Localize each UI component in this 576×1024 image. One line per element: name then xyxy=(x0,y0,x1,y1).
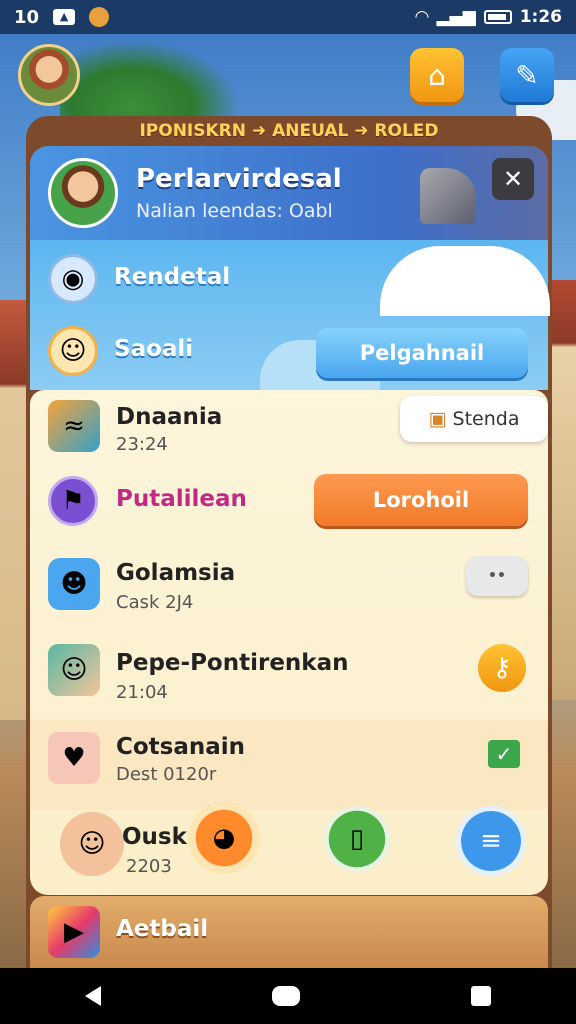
bird-app-icon[interactable]: ☻ xyxy=(48,558,100,610)
fish-mascot-icon[interactable]: ◕ xyxy=(188,802,260,874)
panel-title: IPONISKRN ➜ ANEUAL ➜ ROLED xyxy=(139,121,439,141)
row-label-saoali: Saoali xyxy=(114,336,194,362)
player-avatar[interactable] xyxy=(18,44,80,106)
row-label-rendetal: Rendetal xyxy=(114,264,231,290)
back-icon[interactable] xyxy=(85,986,102,1006)
row-label-cotsanain: Cotsanain xyxy=(116,734,246,760)
saoali-action-button[interactable]: Pelgahnail xyxy=(316,328,528,378)
profile-name: Perlarvirdesal xyxy=(136,164,342,194)
smiley-icon[interactable]: ☺ xyxy=(48,326,98,376)
menu-icon[interactable]: ≡ xyxy=(456,806,526,876)
row-label-putalilean: Putalilean xyxy=(116,486,247,512)
camera-icon[interactable]: ◉ xyxy=(48,254,98,304)
selected-row-background xyxy=(30,720,548,810)
home-nav-icon[interactable] xyxy=(271,986,300,1006)
stenda-button[interactable]: ▣ Stenda xyxy=(400,396,548,442)
status-bar: 10 ▲ ◠ ▂▄▆ 1:26 xyxy=(0,0,576,34)
bottom-item-bar xyxy=(30,896,548,968)
profile-avatar[interactable] xyxy=(48,158,118,228)
battery-icon xyxy=(483,10,512,24)
status-left-text: 10 xyxy=(14,6,40,28)
row-time-pepe: 21:04 xyxy=(116,682,168,703)
key-icon[interactable]: ⚷ xyxy=(478,644,526,692)
home-button[interactable]: ⌂ xyxy=(410,48,464,102)
play-store-icon[interactable]: ▶ xyxy=(48,906,100,958)
rock-decoration xyxy=(420,168,476,224)
recent-apps-icon[interactable] xyxy=(470,986,491,1006)
row-label-dnaania: Dnaania xyxy=(116,404,223,430)
more-options-button[interactable]: •• xyxy=(466,556,528,596)
system-nav-bar xyxy=(0,968,576,1024)
app-notification-icon xyxy=(89,7,110,27)
status-time: 1:26 xyxy=(519,7,562,27)
row-label-ousk: Ousk xyxy=(122,824,187,850)
person-app-icon[interactable]: ☺ xyxy=(48,644,100,696)
profile-subtitle: Nalian leendas: Oabl xyxy=(136,200,333,222)
home-icon: ⌂ xyxy=(428,58,446,92)
beach-app-icon[interactable]: ≈ xyxy=(48,400,100,452)
cup-icon[interactable]: ▯ xyxy=(324,806,390,872)
row-label-aetbail: Aetbail xyxy=(116,916,209,942)
gift-icon[interactable]: ♥ xyxy=(48,732,100,784)
close-icon: ✕ xyxy=(502,165,524,193)
cloud-decoration xyxy=(380,246,550,316)
wifi-icon: ◠ xyxy=(415,7,429,27)
edit-button[interactable]: ✎ xyxy=(500,48,554,102)
row-sub-ousk: 2203 xyxy=(126,856,172,877)
row-time-dnaania: 23:24 xyxy=(116,434,168,455)
row-label-pepe: Pepe-Pontirenkan xyxy=(116,650,349,676)
signal-icon: ▂▄▆ xyxy=(436,7,476,27)
girl-avatar[interactable]: ☺ xyxy=(60,812,124,876)
stenda-label: Stenda xyxy=(452,408,520,430)
notification-icon: ▲ xyxy=(53,9,76,25)
edit-icon: ✎ xyxy=(515,58,539,92)
flag-icon[interactable]: ⚑ xyxy=(48,476,98,526)
close-button[interactable]: ✕ xyxy=(492,158,534,200)
row-label-golamsia: Golamsia xyxy=(116,560,236,586)
lorohoil-button[interactable]: Lorohoil xyxy=(314,474,528,526)
checkmark-icon[interactable]: ✓ xyxy=(488,740,520,768)
row-sub-cotsanain: Dest 0120r xyxy=(116,764,217,785)
row-sub-golamsia: Cask 2J4 xyxy=(116,592,194,613)
box-icon: ▣ xyxy=(428,408,447,430)
